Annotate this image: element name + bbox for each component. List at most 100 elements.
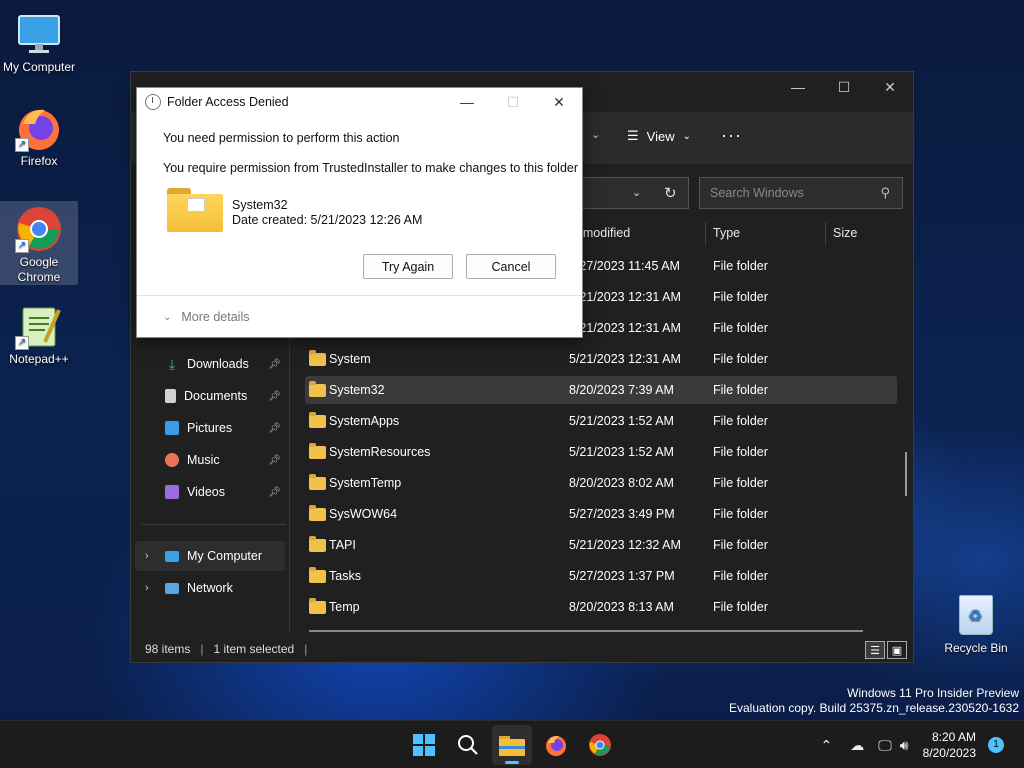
column-header-size[interactable]: Size bbox=[833, 222, 857, 244]
notification-badge[interactable]: 1 bbox=[988, 737, 1004, 753]
desktop-icon-notepadpp[interactable]: ↗ Notepad++ bbox=[0, 298, 78, 366]
folder-icon bbox=[309, 504, 326, 521]
pin-icon[interactable]: 📌︎ bbox=[268, 423, 281, 434]
selection-count: 1 item selected bbox=[213, 642, 295, 656]
taskbar-firefox[interactable] bbox=[536, 725, 576, 765]
file-name: SystemTemp bbox=[329, 476, 402, 490]
table-row[interactable]: Temp 8/20/2023 8:13 AM File folder bbox=[305, 593, 897, 621]
close-icon[interactable]: ✕ bbox=[536, 88, 582, 116]
close-icon[interactable]: ✕ bbox=[867, 72, 913, 102]
cloud-offline-icon[interactable]: ☁ bbox=[850, 737, 864, 754]
column-separator[interactable] bbox=[705, 222, 706, 244]
table-row[interactable]: System 5/21/2023 12:31 AM File folder bbox=[305, 345, 897, 373]
volume-icon[interactable]: 🔊︎ bbox=[900, 737, 909, 754]
vertical-scrollbar[interactable] bbox=[905, 452, 907, 496]
more-options-button[interactable]: ··· bbox=[721, 125, 742, 146]
folder-icon bbox=[309, 380, 326, 397]
desktop-icon-firefox[interactable]: ↗ Firefox bbox=[0, 100, 78, 168]
table-row[interactable]: SystemApps 5/21/2023 1:52 AM File folder bbox=[305, 407, 897, 435]
file-type: File folder bbox=[713, 600, 768, 614]
taskbar-chrome[interactable] bbox=[580, 725, 620, 765]
chevron-right-icon[interactable]: › bbox=[145, 550, 149, 562]
details-view-icon[interactable]: ☰ bbox=[865, 641, 885, 659]
view-button[interactable]: ☰ View ⌄ bbox=[627, 128, 691, 144]
file-date: 8/20/2023 8:13 AM bbox=[569, 600, 674, 614]
chevron-down-icon[interactable]: ⌄ bbox=[632, 186, 641, 199]
shortcut-arrow-icon: ↗ bbox=[15, 138, 29, 152]
chevron-up-icon[interactable]: ⌃ bbox=[821, 737, 833, 754]
file-type: File folder bbox=[713, 321, 768, 335]
more-details-toggle[interactable]: ⌄ More details bbox=[163, 310, 249, 324]
search-input[interactable] bbox=[700, 178, 870, 208]
column-separator[interactable] bbox=[825, 222, 826, 244]
network-icon bbox=[165, 582, 179, 594]
pin-icon[interactable]: 📌︎ bbox=[268, 359, 281, 370]
chevron-down-icon[interactable]: ⌄ bbox=[591, 128, 600, 141]
search-icon[interactable]: ⚲ bbox=[880, 185, 890, 201]
file-type: File folder bbox=[713, 290, 768, 304]
sidebar-item-downloads[interactable]: ⤓ Downloads 📌︎ bbox=[135, 349, 285, 379]
desktop-icon-recycle-bin[interactable]: Recycle Bin bbox=[940, 595, 1012, 655]
table-row-selected[interactable]: System32 8/20/2023 7:39 AM File folder bbox=[305, 376, 897, 404]
sidebar-item-network[interactable]: › Network bbox=[135, 573, 285, 603]
file-date: 5/27/2023 1:37 PM bbox=[569, 569, 675, 583]
table-row[interactable]: SysWOW64 5/27/2023 3:49 PM File folder bbox=[305, 500, 897, 528]
pin-icon[interactable]: 📌︎ bbox=[268, 487, 281, 498]
desktop-icon-chrome[interactable]: ↗ Google Chrome bbox=[0, 201, 78, 285]
file-type: File folder bbox=[713, 414, 768, 428]
sidebar-item-label: My Computer bbox=[187, 549, 263, 563]
file-date: 5/21/2023 12:31 AM bbox=[569, 321, 681, 335]
table-row[interactable]: SystemTemp 8/20/2023 8:02 AM File folder bbox=[305, 469, 897, 497]
file-name: SysWOW64 bbox=[329, 507, 398, 521]
taskbar-file-explorer[interactable] bbox=[492, 725, 532, 765]
column-header-type[interactable]: Type bbox=[713, 222, 740, 244]
clock-icon bbox=[145, 94, 161, 110]
evaluation-watermark: Windows 11 Pro Insider Preview Evaluatio… bbox=[729, 686, 1019, 716]
search-box[interactable]: ⚲ bbox=[699, 177, 903, 209]
chevron-down-icon: ⌄ bbox=[163, 311, 172, 323]
clock-date: 8/20/2023 bbox=[922, 746, 976, 760]
pin-icon[interactable]: 📌︎ bbox=[268, 391, 281, 402]
address-bar[interactable]: ⌄ ↻ bbox=[571, 177, 689, 209]
start-button[interactable] bbox=[404, 725, 444, 765]
dialog-divider bbox=[137, 295, 582, 296]
refresh-icon[interactable]: ↻ bbox=[664, 184, 677, 202]
shortcut-arrow-icon: ↗ bbox=[15, 239, 29, 253]
dialog-folder-date: Date created: 5/21/2023 12:26 AM bbox=[232, 213, 423, 227]
table-row[interactable]: TAPI 5/21/2023 12:32 AM File folder bbox=[305, 531, 897, 559]
documents-icon bbox=[165, 389, 176, 403]
sidebar-item-music[interactable]: Music 📌︎ bbox=[135, 445, 285, 475]
minimize-icon[interactable]: — bbox=[775, 72, 821, 102]
table-row[interactable]: SystemResources 5/21/2023 1:52 AM File fol… bbox=[305, 438, 897, 466]
try-again-button[interactable]: Try Again bbox=[363, 254, 453, 279]
sidebar-item-my-computer[interactable]: › My Computer bbox=[135, 541, 285, 571]
maximize-icon: ☐ bbox=[506, 93, 520, 110]
sidebar-item-pictures[interactable]: Pictures 📌︎ bbox=[135, 413, 285, 443]
desktop-icon-my-computer[interactable]: My Computer bbox=[0, 6, 78, 74]
desktop-icon-label: Recycle Bin bbox=[944, 641, 1008, 655]
table-row[interactable]: Tasks 5/27/2023 1:37 PM File folder bbox=[305, 562, 897, 590]
file-type: File folder bbox=[713, 476, 768, 490]
network-icon[interactable]: 🖵︎ bbox=[878, 737, 892, 754]
status-separator: | bbox=[304, 642, 308, 656]
chevron-right-icon[interactable]: › bbox=[145, 582, 149, 594]
view-list-icon: ☰ bbox=[627, 128, 639, 143]
maximize-icon[interactable]: ☐ bbox=[821, 72, 867, 102]
desktop-icon-label: Google Chrome bbox=[17, 255, 61, 284]
horizontal-scrollbar[interactable] bbox=[309, 630, 863, 632]
sidebar-item-videos[interactable]: Videos 📌︎ bbox=[135, 477, 285, 507]
search-button[interactable] bbox=[448, 725, 488, 765]
pin-icon[interactable]: 📌︎ bbox=[268, 455, 281, 466]
file-date: 5/27/2023 3:49 PM bbox=[569, 507, 675, 521]
file-name: SystemResources bbox=[329, 445, 431, 459]
tiles-view-icon[interactable]: ▣ bbox=[887, 641, 907, 659]
file-date: 5/21/2023 1:52 AM bbox=[569, 445, 674, 459]
chrome-icon: ↗ bbox=[15, 205, 63, 253]
minimize-icon[interactable]: — bbox=[444, 88, 490, 116]
file-name: TAPI bbox=[329, 538, 356, 552]
taskbar-clock[interactable]: 8:20 AM 8/20/2023 bbox=[923, 729, 976, 761]
recycle-bin-icon bbox=[959, 595, 993, 635]
dialog-message: You need permission to perform this acti… bbox=[163, 131, 400, 145]
sidebar-item-documents[interactable]: Documents 📌︎ bbox=[135, 381, 285, 411]
cancel-button[interactable]: Cancel bbox=[466, 254, 556, 279]
